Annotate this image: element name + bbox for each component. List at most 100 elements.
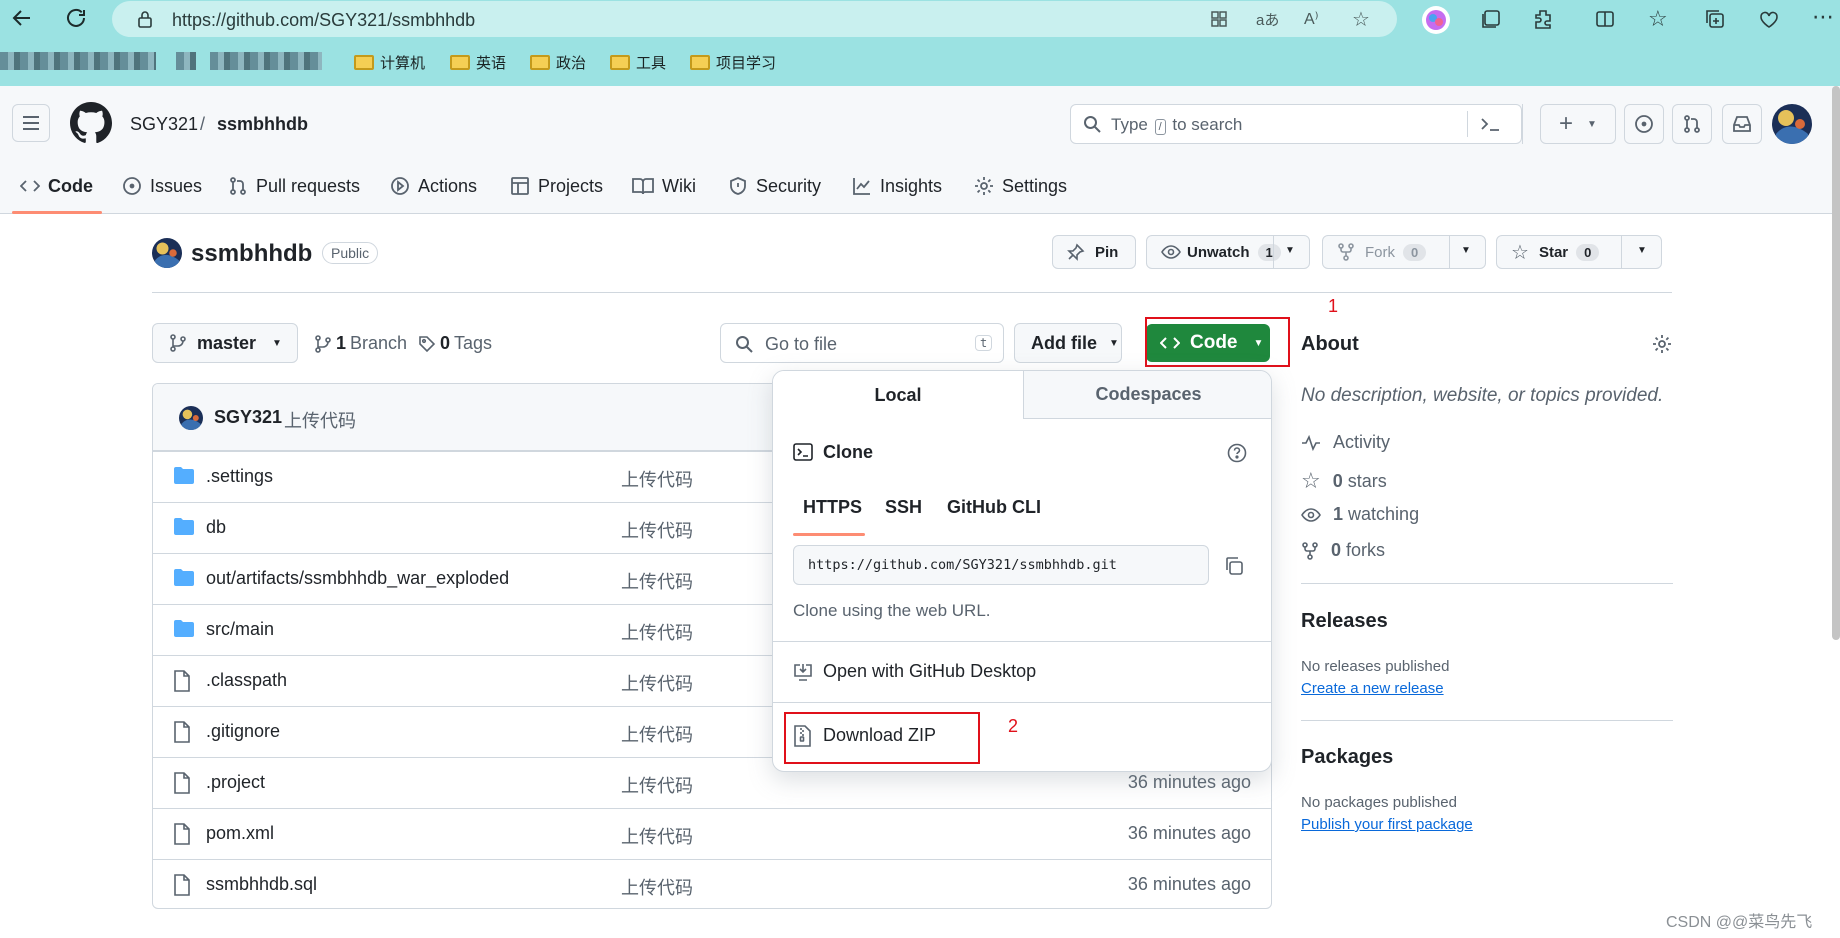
pin-button[interactable]: Pin <box>1052 235 1136 269</box>
commit-message-link[interactable]: 上传代码 <box>621 721 693 747</box>
commit-message-link[interactable]: 上传代码 <box>621 466 693 492</box>
tab-codespaces[interactable]: Codespaces <box>1023 371 1271 419</box>
copy-icon[interactable] <box>1223 555 1245 577</box>
split-screen-icon[interactable] <box>1594 8 1616 30</box>
inbox-button[interactable] <box>1722 104 1762 144</box>
page-scrollbar[interactable] <box>1832 86 1840 640</box>
translate-icon[interactable]: aあ <box>1256 9 1279 30</box>
lock-icon[interactable] <box>136 10 154 28</box>
copilot-icon[interactable] <box>1422 6 1450 34</box>
table-row[interactable]: pom.xml 上传代码 36 minutes ago <box>153 808 1271 859</box>
tab-security[interactable]: Security <box>728 172 821 200</box>
packages-empty: No packages published <box>1301 794 1457 811</box>
tab-wiki[interactable]: Wiki <box>632 172 696 200</box>
app-available-icon[interactable] <box>1210 10 1228 28</box>
protocol-cli-tab[interactable]: GitHub CLI <box>947 497 1041 518</box>
bookmark-folder[interactable]: 项目学习 <box>690 50 776 74</box>
file-name-link[interactable]: .settings <box>206 466 273 487</box>
branches-link[interactable]: 1 Branch <box>314 333 407 354</box>
protocol-ssh-tab[interactable]: SSH <box>885 497 922 518</box>
branch-selector[interactable]: master ▼ <box>152 323 298 363</box>
fork-button[interactable]: Fork 0 ▼ <box>1322 235 1486 269</box>
command-palette-icon[interactable] <box>1479 115 1501 133</box>
search-input[interactable]: Type / to search <box>1070 104 1522 144</box>
create-new-button[interactable]: + ▼ <box>1540 104 1616 144</box>
clone-url-field[interactable]: https://github.com/SGY321/ssmbhhdb.git <box>793 545 1209 585</box>
browser-essentials-icon[interactable] <box>1758 8 1780 30</box>
issue-opened-icon <box>1635 115 1653 133</box>
file-name-link[interactable]: src/main <box>206 619 274 640</box>
commit-message-link[interactable]: 上传代码 <box>621 772 693 798</box>
tab-insights[interactable]: Insights <box>852 172 942 200</box>
file-name-link[interactable]: .project <box>206 772 265 793</box>
commit-message[interactable]: 上传代码 <box>284 407 356 433</box>
bookmark-folder[interactable]: 英语 <box>450 50 506 74</box>
tab-issues[interactable]: Issues <box>122 172 202 200</box>
pull-requests-button[interactable] <box>1672 104 1712 144</box>
tab-actions-icon[interactable] <box>1704 8 1726 30</box>
file-name-link[interactable]: pom.xml <box>206 823 274 844</box>
collections-icon[interactable] <box>1480 8 1502 30</box>
file-name-link[interactable]: .gitignore <box>206 721 280 742</box>
avatar[interactable] <box>1772 104 1812 144</box>
file-name-link[interactable]: out/artifacts/ssmbhhdb_war_exploded <box>206 568 509 589</box>
issues-button[interactable] <box>1624 104 1664 144</box>
back-icon[interactable] <box>10 6 34 30</box>
favorite-star-icon[interactable]: ☆ <box>1352 7 1370 32</box>
tab-code[interactable]: Code <box>20 172 93 200</box>
more-menu-icon[interactable]: ⋯ <box>1812 4 1834 30</box>
repo-title[interactable]: ssmbhhdb <box>191 240 312 268</box>
extensions-icon[interactable] <box>1532 8 1554 30</box>
unwatch-button[interactable]: Unwatch 1 ▼ <box>1146 235 1310 269</box>
owner-link[interactable]: SGY321 <box>130 114 198 135</box>
read-aloud-icon[interactable]: A⁾ <box>1304 9 1319 29</box>
commit-message-link[interactable]: 上传代码 <box>621 874 693 900</box>
tab-actions[interactable]: Actions <box>390 172 477 200</box>
releases-title[interactable]: Releases <box>1301 610 1388 633</box>
bookmark-folder[interactable]: 工具 <box>610 50 666 74</box>
file-name-link[interactable]: db <box>206 517 226 538</box>
terminal-icon <box>793 443 813 461</box>
commit-message-link[interactable]: 上传代码 <box>621 517 693 543</box>
table-row[interactable]: ssmbhhdb.sql 上传代码 36 minutes ago <box>153 859 1271 908</box>
bookmark-folder[interactable]: 政治 <box>530 50 586 74</box>
address-bar[interactable]: https://github.com/SGY321/ssmbhhdb aあ A⁾… <box>112 1 1397 37</box>
forks-link[interactable]: 0 forks <box>1301 540 1385 561</box>
protocol-https-tab[interactable]: HTTPS <box>803 497 862 518</box>
menu-button[interactable] <box>12 104 50 142</box>
url-text[interactable]: https://github.com/SGY321/ssmbhhdb <box>172 10 475 31</box>
file-name-link[interactable]: .classpath <box>206 670 287 691</box>
tab-settings[interactable]: Settings <box>974 172 1067 200</box>
commit-author[interactable]: SGY321 <box>214 407 282 428</box>
triangle-down-icon[interactable]: ▼ <box>1285 245 1295 256</box>
tags-link[interactable]: 0 Tags <box>418 333 492 354</box>
publish-package-link[interactable]: Publish your first package <box>1301 816 1473 833</box>
commit-message-link[interactable]: 上传代码 <box>621 568 693 594</box>
star-button[interactable]: ☆ Star 0 ▼ <box>1496 235 1662 269</box>
commit-message-link[interactable]: 上传代码 <box>621 670 693 696</box>
go-to-file-input[interactable]: Go to file t <box>720 323 1004 363</box>
question-icon[interactable] <box>1227 443 1247 463</box>
github-logo-icon[interactable] <box>70 102 112 144</box>
commit-message-link[interactable]: 上传代码 <box>621 823 693 849</box>
packages-title[interactable]: Packages <box>1301 746 1393 769</box>
refresh-icon[interactable] <box>64 6 88 30</box>
favorites-icon[interactable]: ☆ <box>1648 6 1668 32</box>
stars-link[interactable]: ☆ 0 stars <box>1301 468 1387 494</box>
gear-icon[interactable] <box>1652 334 1672 354</box>
tab-projects[interactable]: Projects <box>510 172 603 200</box>
create-release-link[interactable]: Create a new release <box>1301 680 1444 697</box>
triangle-down-icon[interactable]: ▼ <box>1637 245 1647 256</box>
commit-message-link[interactable]: 上传代码 <box>621 619 693 645</box>
repo-link[interactable]: ssmbhhdb <box>217 114 308 135</box>
tab-local[interactable]: Local <box>773 371 1023 419</box>
file-name-link[interactable]: ssmbhhdb.sql <box>206 874 317 895</box>
watching-link[interactable]: 1 watching <box>1301 504 1419 525</box>
open-desktop-item[interactable]: Open with GitHub Desktop <box>773 642 1271 702</box>
triangle-down-icon[interactable]: ▼ <box>1461 245 1471 256</box>
activity-link[interactable]: Activity <box>1301 432 1390 453</box>
bookmark-folder[interactable]: 计算机 <box>354 50 425 74</box>
tab-pull-requests[interactable]: Pull requests <box>228 172 360 200</box>
add-file-button[interactable]: Add file ▼ <box>1014 323 1122 363</box>
triangle-down-icon: ▼ <box>1109 337 1119 349</box>
